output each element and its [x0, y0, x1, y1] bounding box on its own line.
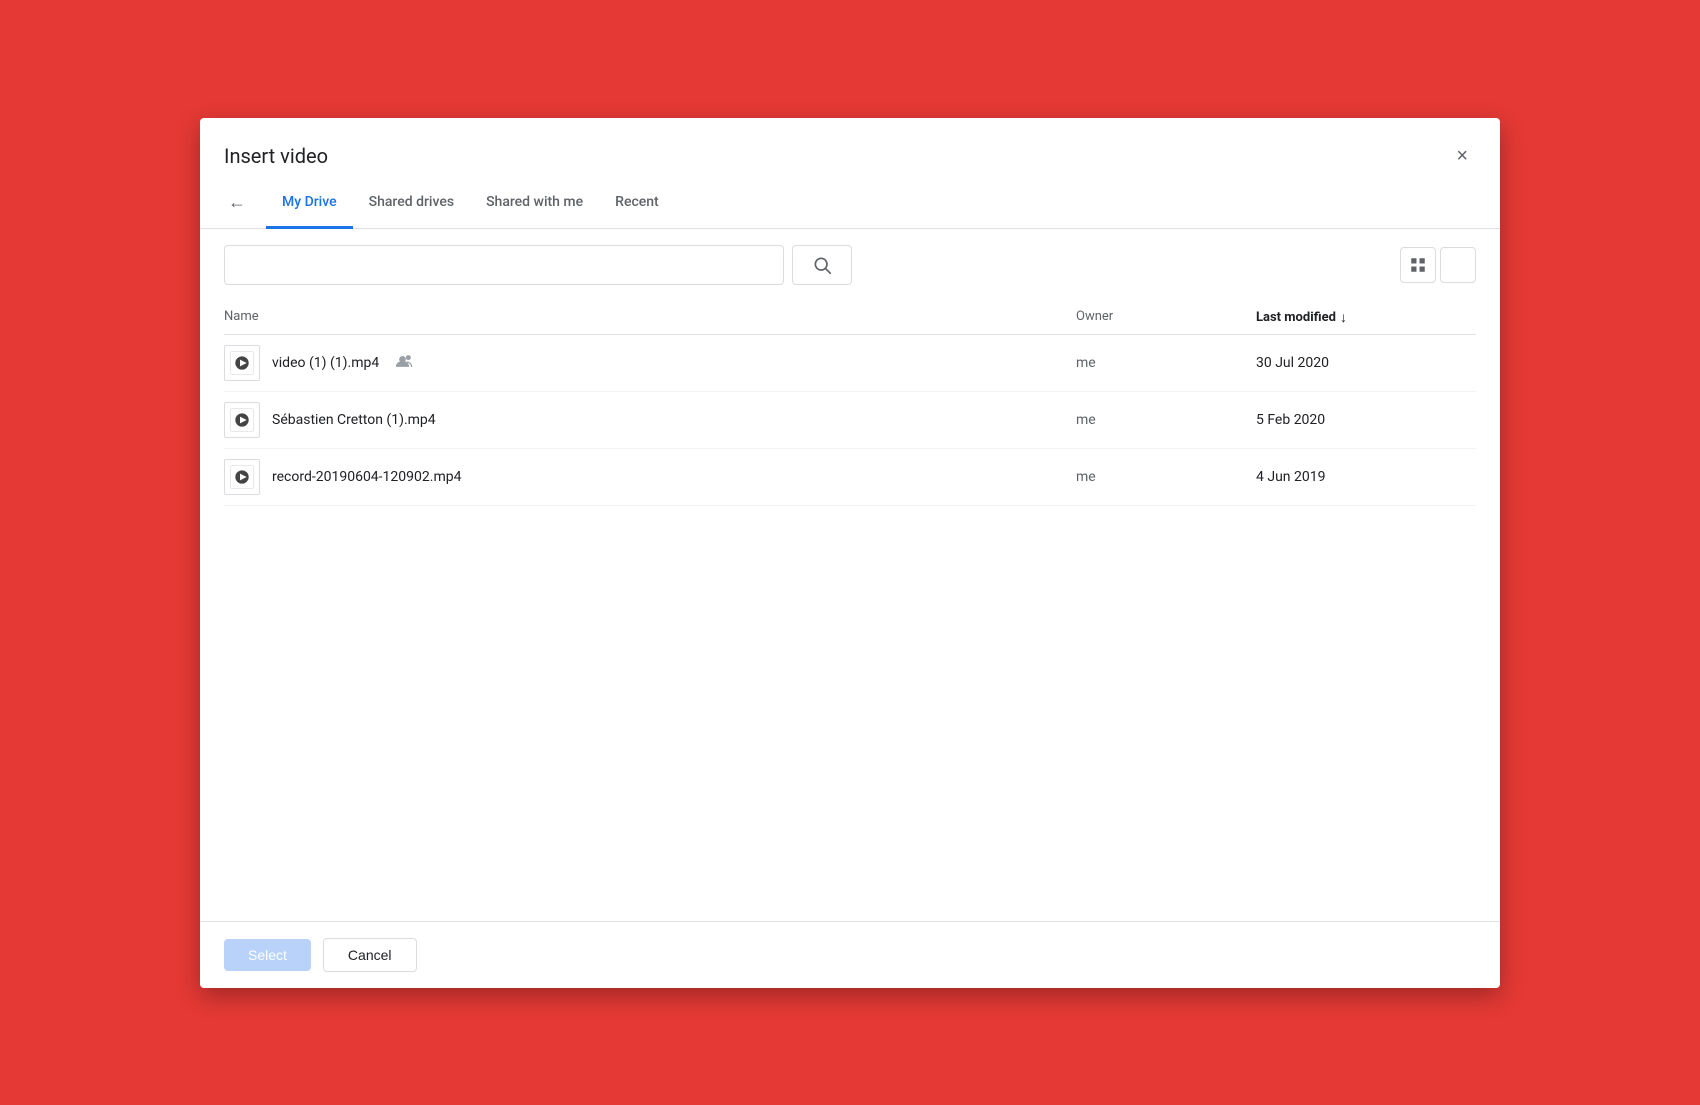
file-name-cell: video (1) (1).mp4: [224, 345, 1076, 381]
tab-shared-with-me[interactable]: Shared with me: [470, 178, 599, 229]
dialog-footer: Select Cancel: [200, 921, 1500, 988]
search-row: [200, 229, 1500, 301]
cancel-button[interactable]: Cancel: [323, 938, 417, 972]
select-button[interactable]: Select: [224, 939, 311, 971]
table-header: Name Owner Last modified ↓: [224, 301, 1476, 335]
file-modified: 30 Jul 2020: [1256, 355, 1476, 371]
tabs-row: ← My Drive Shared drives Shared with me …: [200, 178, 1500, 229]
file-modified: 5 Feb 2020: [1256, 412, 1476, 428]
file-name: record-20190604-120902.mp4: [272, 469, 461, 485]
table-row[interactable]: record-20190604-120902.mp4 me 4 Jun 2019: [224, 449, 1476, 506]
back-button[interactable]: ←: [224, 188, 250, 217]
file-name-cell: record-20190604-120902.mp4: [224, 459, 1076, 495]
grid-view-button[interactable]: [1400, 247, 1436, 283]
file-icon: [224, 459, 260, 495]
play-icon: [230, 465, 254, 489]
dialog-title: Insert video: [224, 144, 328, 168]
file-name: Sébastien Cretton (1).mp4: [272, 412, 436, 428]
table-row[interactable]: Sébastien Cretton (1).mp4 me 5 Feb 2020: [224, 392, 1476, 449]
col-owner-header: Owner: [1076, 309, 1256, 326]
dialog-header: Insert video ×: [200, 118, 1500, 170]
sort-view-button[interactable]: [1440, 247, 1476, 283]
file-modified: 4 Jun 2019: [1256, 469, 1476, 485]
view-controls: [1400, 247, 1476, 283]
grid-icon: [1409, 256, 1427, 274]
col-modified-header[interactable]: Last modified ↓: [1256, 309, 1476, 326]
table-row[interactable]: video (1) (1).mp4 me 30 Jul 2020: [224, 335, 1476, 392]
sort-arrow-icon: ↓: [1340, 309, 1347, 326]
play-icon: [230, 408, 254, 432]
file-table: Name Owner Last modified ↓ video (1) (1)…: [200, 301, 1500, 921]
search-icon: [812, 255, 832, 275]
tab-shared-drives[interactable]: Shared drives: [353, 178, 470, 229]
sort-icon: [1449, 256, 1467, 274]
file-name: video (1) (1).mp4: [272, 355, 379, 371]
col-name-header: Name: [224, 309, 1076, 326]
file-owner: me: [1076, 469, 1256, 485]
close-button[interactable]: ×: [1448, 142, 1476, 170]
file-owner: me: [1076, 412, 1256, 428]
tab-my-drive[interactable]: My Drive: [266, 178, 353, 229]
file-owner: me: [1076, 355, 1256, 371]
shared-icon: [395, 353, 415, 372]
file-name-cell: Sébastien Cretton (1).mp4: [224, 402, 1076, 438]
play-icon: [230, 351, 254, 375]
insert-video-dialog: Insert video × ← My Drive Shared drives …: [200, 118, 1500, 988]
tab-recent[interactable]: Recent: [599, 178, 675, 229]
search-input[interactable]: [224, 245, 784, 285]
file-icon: [224, 345, 260, 381]
search-button[interactable]: [792, 245, 852, 285]
file-icon: [224, 402, 260, 438]
